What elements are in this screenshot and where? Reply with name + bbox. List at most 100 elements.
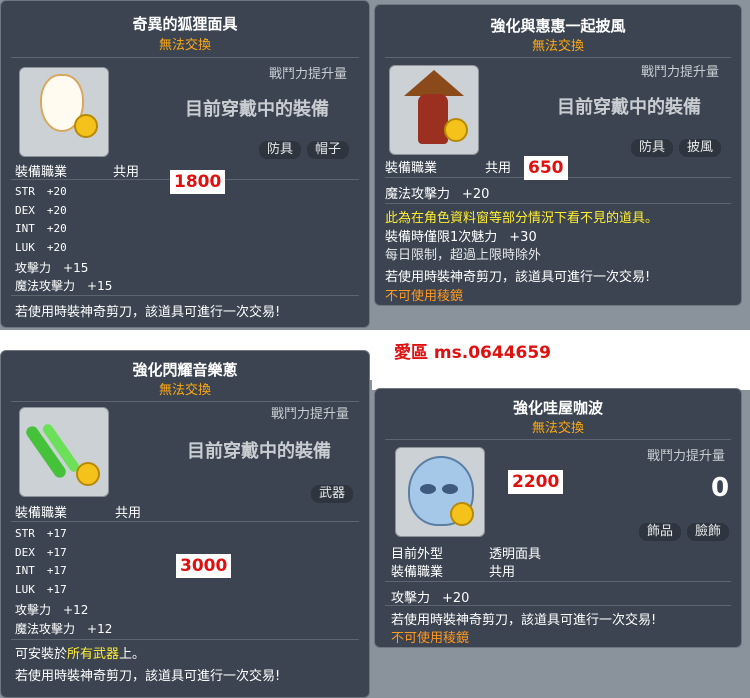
stat-value: +20 [46,241,67,254]
install-note: 可安裝於所有武器上。 [15,643,145,662]
job-value: 共用 [113,165,140,180]
stat-value: +20 [442,591,470,606]
stat-label: LUK [15,583,35,596]
item-icon-frame [395,447,485,537]
trade-status: 無法交換 [158,38,211,53]
stat-attack: 攻擊力 +20 [391,587,469,606]
item-tooltip-fox-mask: 奇異的狐狸面具 無法交換 戰鬥力提升量 目前穿戴中的裝備 防具 帽子 裝備職業 … [0,0,370,328]
stat-attack: 攻擊力 +12 [15,601,88,618]
price-label: 1800 [170,170,226,194]
stat-label: 魔法攻擊力 [15,279,76,293]
stat-label: DEX [15,546,35,559]
price-label: 650 [524,156,568,180]
tag-armor: 防具 [259,141,302,159]
stat-str: STR +20 [15,185,67,198]
tag-face: 臉飾 [687,523,730,541]
stat-str: STR +17 [15,527,67,540]
stat-int: INT +20 [15,222,67,235]
divider [385,581,731,582]
equipped-text: 目前穿戴中的裝備 [557,97,701,118]
stat-value: +20 [46,222,67,235]
item-icon-frame [19,407,109,497]
divider [385,57,731,58]
stat-attack: 攻擊力 +15 [15,259,88,276]
scissor-note: 若使用時裝神奇剪刀，該道具可進行一次交易! [15,669,281,684]
stat-label: INT [15,222,35,235]
tag-hat: 帽子 [307,141,350,159]
tag-armor: 防具 [631,139,674,157]
item-title: 強化閃耀音樂蔥 [132,361,238,379]
prism-note: 不可使用稜鏡 [391,631,470,646]
job-label: 裝備職業 [391,565,444,580]
charm-label: 裝備時僅限1次魅力 [385,230,498,245]
hidden-item-note: 此為在角色資料窗等部分情況下看不見的道具。 [385,211,659,226]
divider [385,203,731,204]
item-title: 強化哇屋咖波 [512,399,603,417]
item-title: 奇異的狐狸面具 [132,15,238,33]
prism-note: 不可使用稜鏡 [385,289,464,304]
item-tooltip-leek: 強化閃耀音樂蔥 無法交換 戰鬥力提升量 目前穿戴中的裝備 武器 裝備職業 共用 … [0,350,370,698]
install-suffix: 上。 [119,647,146,662]
divider [11,295,359,296]
power-label: 戰鬥力提升量 [647,449,726,464]
job-value: 共用 [489,565,516,580]
divider [11,639,359,640]
job-label: 裝備職業 [385,161,438,176]
trade-status: 無法交換 [158,383,211,398]
job-row: 裝備職業 共用 [15,161,139,180]
stat-label: 攻擊力 [15,261,52,275]
stat-label: 魔法攻擊力 [15,622,76,636]
witch-hat-icon [404,70,464,96]
scissor-note: 若使用時裝神奇剪刀，該道具可進行一次交易! [391,613,657,628]
daily-limit: 每日限制，超過上限時除外 [385,248,542,263]
stat-magic-attack: 魔法攻擊力 +20 [385,183,489,202]
install-highlight: 所有武器 [67,647,120,662]
coin-icon [444,118,468,142]
alien-eye-left [420,484,436,494]
stat-luk: LUK +17 [15,583,67,596]
power-label: 戰鬥力提升量 [271,407,350,422]
stat-value: +17 [46,527,67,540]
item-icon-frame [389,65,479,155]
scissor-note: 若使用時裝神奇剪刀，該道具可進行一次交易! [385,270,651,285]
coin-icon [74,114,98,138]
divider [385,605,731,606]
appearance-label: 目前外型 [391,547,444,562]
character-icon [418,94,448,144]
job-row: 裝備職業 共用 [15,502,141,521]
stat-label: STR [15,185,35,198]
job-row: 裝備職業 共用 [391,561,515,580]
stat-value: +17 [46,564,67,577]
charm-row: 裝備時僅限1次魅力 +30 [385,226,537,245]
install-prefix: 可安裝於 [15,647,68,662]
appearance-value: 透明面具 [489,547,542,562]
stat-magic-attack: 魔法攻擊力 +15 [15,277,112,294]
item-title: 強化與惠惠一起披風 [490,17,626,35]
stat-value: +12 [87,622,113,636]
divider [385,439,731,440]
charm-value: +30 [509,230,537,245]
trade-status: 無法交換 [531,39,584,54]
stat-value: +15 [63,261,89,275]
job-value: 共用 [485,161,512,176]
stat-label: 魔法攻擊力 [385,187,451,202]
trade-status: 無法交換 [531,421,584,436]
item-tooltip-megumin-cape: 強化與惠惠一起披風 無法交換 戰鬥力提升量 目前穿戴中的裝備 防具 披風 裝備職… [374,4,742,306]
tag-weapon: 武器 [311,485,354,503]
job-row: 裝備職業 共用 [385,157,511,176]
price-label: 3000 [176,554,232,578]
tag-cape: 披風 [679,139,722,157]
stat-magic-attack: 魔法攻擊力 +12 [15,620,112,637]
item-icon-frame [19,67,109,157]
stat-dex: DEX +17 [15,546,67,559]
power-label: 戰鬥力提升量 [641,65,720,80]
job-label: 裝備職業 [15,165,68,180]
coin-icon [450,502,474,526]
scissor-note: 若使用時裝神奇剪刀，該道具可進行一次交易! [15,305,281,320]
stat-label: LUK [15,241,35,254]
stat-int: INT +17 [15,564,67,577]
divider [11,521,359,522]
equipped-text: 目前穿戴中的裝備 [187,441,331,462]
stat-value: +12 [63,603,89,617]
alien-eye-right [442,484,458,494]
